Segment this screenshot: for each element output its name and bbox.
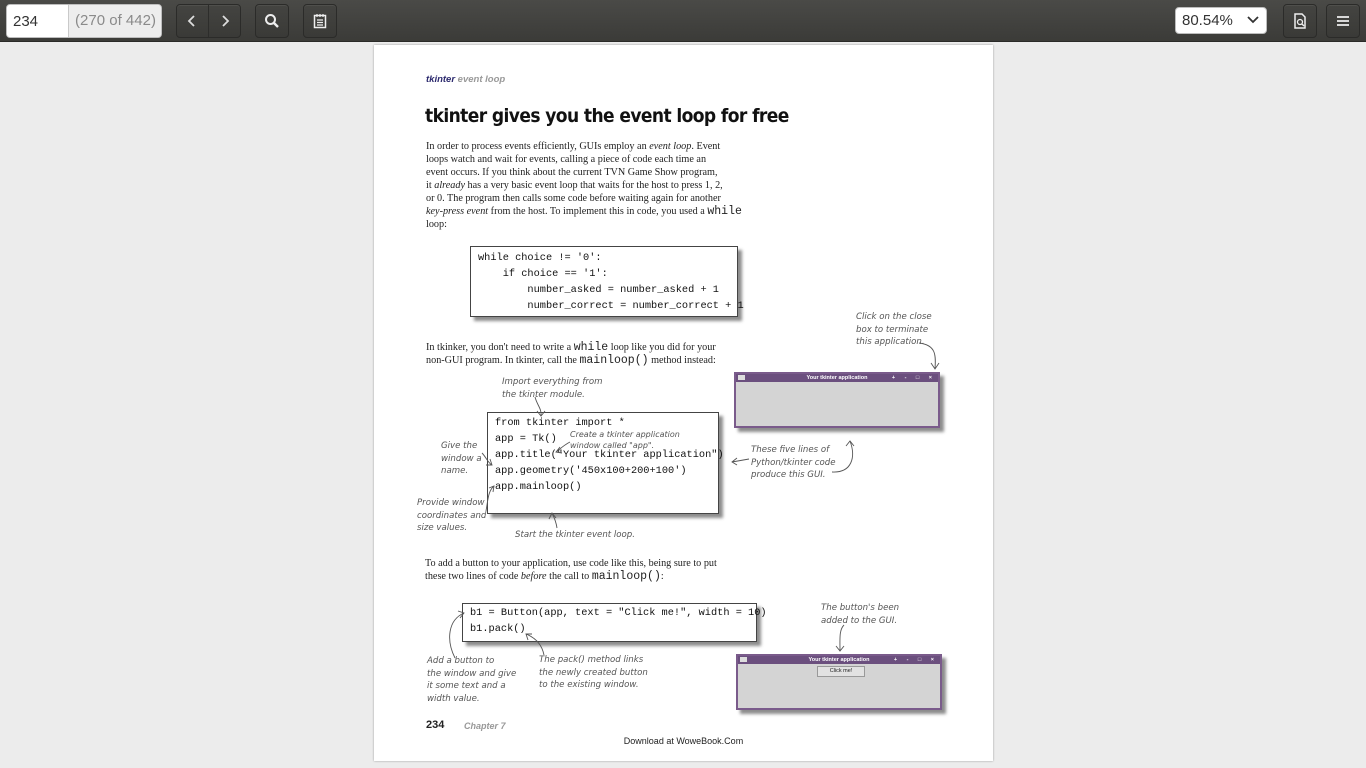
previous-page-button[interactable]	[176, 4, 208, 38]
arrow-five-lines	[731, 457, 750, 466]
document-page: tkinter event loop tkinter gives you the…	[374, 45, 993, 761]
chevron-left-icon	[187, 15, 195, 27]
chevron-right-icon	[222, 15, 230, 27]
next-page-button[interactable]	[209, 4, 241, 38]
zoom-select[interactable]: 80.54%	[1175, 7, 1267, 34]
arrow-add-button	[449, 610, 465, 659]
annotation-arrows	[449, 342, 940, 659]
search-button[interactable]	[255, 4, 289, 38]
arrow-give-name	[481, 452, 493, 466]
arrow-pack	[525, 633, 545, 656]
arrow-button-added	[835, 624, 845, 652]
arrow-start-loop	[548, 512, 558, 529]
footer-chapter: Chapter 7	[464, 721, 506, 731]
arrow-five-lines-up	[831, 440, 855, 473]
page-number-input[interactable]	[7, 5, 68, 37]
hamburger-menu-icon	[1337, 16, 1349, 26]
arrow-coords	[485, 485, 495, 512]
document-properties-icon	[1294, 13, 1306, 29]
arrow-close-box	[918, 342, 940, 370]
footer-download-note: Download at WoweBook.Com	[623, 736, 744, 746]
document-properties-button[interactable]	[1283, 4, 1317, 38]
zoom-value: 80.54%	[1182, 12, 1233, 29]
page-count-label: (270 of 442)	[68, 5, 161, 37]
page-number-box: (270 of 442)	[6, 4, 162, 38]
toolbar: (270 of 442) 80.54%	[0, 0, 1366, 42]
annotations-icon	[313, 14, 327, 29]
chevron-down-icon	[1247, 16, 1259, 24]
search-icon	[265, 14, 279, 28]
annotations-button[interactable]	[303, 4, 337, 38]
footer-page-number: 234	[426, 719, 445, 731]
menu-button[interactable]	[1326, 4, 1360, 38]
arrow-create-app	[555, 441, 571, 454]
arrow-import	[534, 396, 546, 417]
